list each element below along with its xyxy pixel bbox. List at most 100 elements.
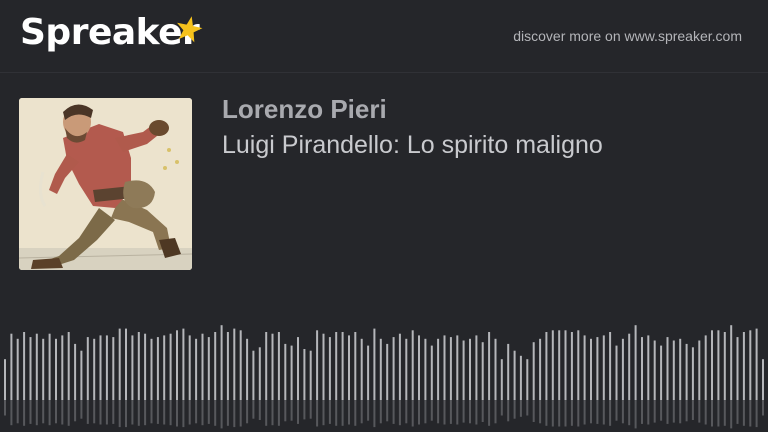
waveform-bar-reflection <box>86 400 89 424</box>
waveform-bar-reflection <box>621 400 624 424</box>
waveform-bar-reflection <box>704 400 707 425</box>
waveform-bar-reflection <box>137 400 140 426</box>
waveform-bar-reflection <box>220 400 223 429</box>
waveform-bar <box>641 337 643 400</box>
waveform-bar-reflection <box>742 400 745 426</box>
waveform-bar-reflection <box>277 400 280 426</box>
waveform-bar <box>195 338 198 400</box>
waveform-bar-reflection <box>16 400 19 424</box>
waveform-bar-reflection <box>481 400 484 422</box>
waveform-bar <box>539 338 542 400</box>
waveform-bar <box>48 333 51 400</box>
waveform-bar-reflection <box>169 400 172 426</box>
waveform-bar-reflection <box>730 400 733 429</box>
waveform-bar-reflection <box>55 400 57 424</box>
waveform-bar <box>23 332 26 400</box>
waveform-bar-reflection <box>558 400 561 427</box>
waveform-bar-reflection <box>602 400 605 425</box>
waveform-bar-reflection <box>539 400 542 424</box>
waveform-bar-reflection <box>398 400 401 426</box>
waveform-bar <box>309 350 312 400</box>
waveform-bar <box>392 337 395 400</box>
waveform-bar-reflection <box>717 400 720 427</box>
waveform-bar <box>367 345 370 400</box>
waveform-bar <box>647 335 650 400</box>
waveform-bar-reflection <box>4 400 6 416</box>
waveform-bar <box>35 333 38 400</box>
waveform-bar <box>456 335 459 400</box>
waveform-bar-reflection <box>551 400 554 427</box>
waveform-bar <box>379 338 382 400</box>
waveform-bar <box>271 333 274 400</box>
waveform-bar-reflection <box>125 400 127 428</box>
waveform-bar-reflection <box>647 400 650 425</box>
waveform-bar <box>303 349 306 400</box>
waveform-bar-reflection <box>252 400 255 419</box>
waveform-bar <box>265 332 268 400</box>
waveform-bar-reflection <box>672 400 675 423</box>
waveform-bar <box>373 328 376 400</box>
waveform-bar <box>105 335 108 400</box>
waveform-bar <box>583 335 586 400</box>
waveform-bar <box>424 338 427 400</box>
waveform-bar-reflection <box>246 400 249 424</box>
spreaker-logo[interactable]: Spreaker <box>20 12 200 53</box>
waveform-bar-reflection <box>475 400 478 425</box>
author-name[interactable]: Lorenzo Pieri <box>222 94 387 125</box>
waveform-bar-reflection <box>691 400 694 420</box>
audio-waveform[interactable] <box>0 300 768 432</box>
episode-title[interactable]: Luigi Pirandello: Lo spirito maligno <box>222 131 603 160</box>
waveform-bar-reflection <box>74 400 77 422</box>
waveform-bar-reflection <box>341 400 344 426</box>
waveform-bar <box>609 332 612 400</box>
waveform-bar <box>322 333 325 400</box>
waveform-bar <box>653 340 656 400</box>
waveform-bar-reflection <box>226 400 229 426</box>
waveform-bar-reflection <box>23 400 26 426</box>
episode-cover-illustration <box>19 98 192 270</box>
waveform-bar <box>125 328 127 400</box>
waveform-bar <box>176 330 178 400</box>
waveform-bar-reflection <box>201 400 204 426</box>
waveform-bar <box>742 332 745 400</box>
discover-link[interactable]: discover more on www.spreaker.com <box>513 28 742 44</box>
waveform-bar <box>723 332 726 400</box>
waveform-bar <box>42 338 45 400</box>
waveform-bar-reflection <box>35 400 38 426</box>
waveform-bar <box>144 333 147 400</box>
waveform-bar <box>297 337 299 400</box>
waveform-bar <box>80 350 83 400</box>
waveform-bar-reflection <box>309 400 312 419</box>
waveform-bar <box>182 328 185 400</box>
waveform-bar-reflection <box>513 400 516 419</box>
waveform-bar-reflection <box>418 400 420 425</box>
waveform-bar-reflection <box>698 400 701 423</box>
episode-cover-image[interactable] <box>19 98 192 270</box>
waveform-bar <box>118 328 121 400</box>
waveform-bar <box>570 332 573 400</box>
waveform-bar-reflection <box>80 400 83 419</box>
waveform-bar-reflection <box>233 400 236 428</box>
waveform-bar <box>220 325 223 400</box>
waveform-bar-reflection <box>469 400 471 424</box>
waveform-bar-reflection <box>755 400 758 428</box>
waveform-bar <box>328 337 331 400</box>
waveform-bar <box>156 337 159 400</box>
waveform-bar <box>443 335 446 400</box>
waveform-bar <box>277 332 280 400</box>
waveform-bar-reflection <box>405 400 408 424</box>
waveform-bar-reflection <box>519 400 522 417</box>
waveform-bar <box>558 330 561 400</box>
waveform-bar-reflection <box>214 400 217 426</box>
waveform-bar-reflection <box>430 400 433 421</box>
waveform-bar-reflection <box>609 400 612 426</box>
waveform-bar <box>475 335 478 400</box>
waveform-bar-reflection <box>360 400 363 424</box>
waveform-bar <box>4 359 6 400</box>
waveform-bar-reflection <box>723 400 726 426</box>
waveform-bar-reflection <box>570 400 573 426</box>
waveform-bar <box>405 338 408 400</box>
waveform-bar <box>169 333 172 400</box>
waveform-bar <box>564 330 567 400</box>
waveform-bar-reflection <box>303 400 306 420</box>
